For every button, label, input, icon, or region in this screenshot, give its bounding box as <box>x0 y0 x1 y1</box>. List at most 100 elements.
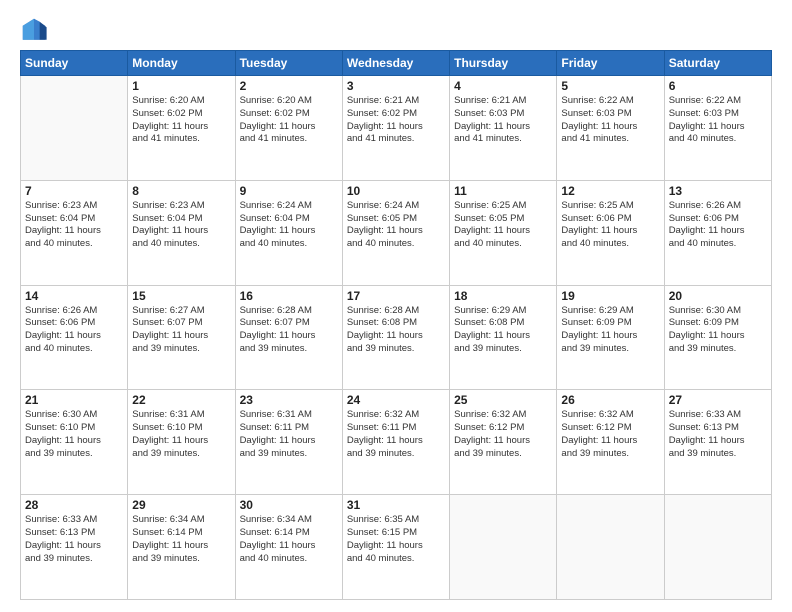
day-number: 19 <box>561 289 659 303</box>
day-number: 18 <box>454 289 552 303</box>
calendar-cell: 17 Sunrise: 6:28 AM Sunset: 6:08 PM Dayli… <box>342 285 449 390</box>
calendar-week-3: 21Sunrise: 6:30 AM Sunset: 6:10 PM Dayli… <box>21 390 772 495</box>
calendar-cell: 24 Sunrise: 6:32 AM Sunset: 6:11 PM Dayli… <box>342 390 449 495</box>
day-number: 7 <box>25 184 123 198</box>
calendar-week-0: 1 Sunrise: 6:20 AM Sunset: 6:02 PM Daylig… <box>21 76 772 181</box>
calendar-cell: 19 Sunrise: 6:29 AM Sunset: 6:09 PM Dayli… <box>557 285 664 390</box>
day-info: Sunrise: 6:20 AM Sunset: 6:02 PM Dayligh… <box>240 95 338 146</box>
calendar-cell: 23 Sunrise: 6:31 AM Sunset: 6:11 PM Dayli… <box>235 390 342 495</box>
day-info: Sunrise: 6:30 AM Sunset: 6:10 PM Dayligh… <box>25 409 123 460</box>
day-info: Sunrise: 6:31 AM Sunset: 6:10 PM Dayligh… <box>132 409 230 460</box>
day-number: 31 <box>347 498 445 512</box>
day-number: 20 <box>669 289 767 303</box>
calendar-cell: 30 Sunrise: 6:34 AM Sunset: 6:14 PM Dayli… <box>235 495 342 600</box>
calendar-cell: 16 Sunrise: 6:28 AM Sunset: 6:07 PM Dayli… <box>235 285 342 390</box>
calendar-header-monday: Monday <box>128 51 235 76</box>
calendar-cell <box>450 495 557 600</box>
day-info: Sunrise: 6:28 AM Sunset: 6:07 PM Dayligh… <box>240 305 338 356</box>
day-info: Sunrise: 6:30 AM Sunset: 6:09 PM Dayligh… <box>669 305 767 356</box>
day-number: 6 <box>669 79 767 93</box>
day-number: 2 <box>240 79 338 93</box>
calendar-cell: 10Sunrise: 6:24 AM Sunset: 6:05 PM Dayli… <box>342 180 449 285</box>
calendar-cell <box>557 495 664 600</box>
day-info: Sunrise: 6:22 AM Sunset: 6:03 PM Dayligh… <box>561 95 659 146</box>
calendar-week-4: 28Sunrise: 6:33 AM Sunset: 6:13 PM Dayli… <box>21 495 772 600</box>
calendar-cell: 15Sunrise: 6:27 AM Sunset: 6:07 PM Dayli… <box>128 285 235 390</box>
header <box>20 16 772 44</box>
day-number: 1 <box>132 79 230 93</box>
day-info: Sunrise: 6:26 AM Sunset: 6:06 PM Dayligh… <box>669 200 767 251</box>
day-number: 8 <box>132 184 230 198</box>
day-info: Sunrise: 6:26 AM Sunset: 6:06 PM Dayligh… <box>25 305 123 356</box>
calendar-cell: 27 Sunrise: 6:33 AM Sunset: 6:13 PM Dayli… <box>664 390 771 495</box>
day-number: 14 <box>25 289 123 303</box>
calendar-cell: 6 Sunrise: 6:22 AM Sunset: 6:03 PM Daylig… <box>664 76 771 181</box>
calendar-header-thursday: Thursday <box>450 51 557 76</box>
day-info: Sunrise: 6:22 AM Sunset: 6:03 PM Dayligh… <box>669 95 767 146</box>
calendar-cell <box>21 76 128 181</box>
day-number: 24 <box>347 393 445 407</box>
calendar-cell: 29 Sunrise: 6:34 AM Sunset: 6:14 PM Dayli… <box>128 495 235 600</box>
page: SundayMondayTuesdayWednesdayThursdayFrid… <box>0 0 792 612</box>
day-number: 30 <box>240 498 338 512</box>
calendar-header-sunday: Sunday <box>21 51 128 76</box>
calendar-cell: 5 Sunrise: 6:22 AM Sunset: 6:03 PM Daylig… <box>557 76 664 181</box>
day-info: Sunrise: 6:34 AM Sunset: 6:14 PM Dayligh… <box>240 514 338 565</box>
day-info: Sunrise: 6:25 AM Sunset: 6:05 PM Dayligh… <box>454 200 552 251</box>
calendar-cell: 8 Sunrise: 6:23 AM Sunset: 6:04 PM Daylig… <box>128 180 235 285</box>
day-info: Sunrise: 6:35 AM Sunset: 6:15 PM Dayligh… <box>347 514 445 565</box>
day-info: Sunrise: 6:28 AM Sunset: 6:08 PM Dayligh… <box>347 305 445 356</box>
day-info: Sunrise: 6:29 AM Sunset: 6:09 PM Dayligh… <box>561 305 659 356</box>
logo <box>20 16 52 44</box>
day-number: 25 <box>454 393 552 407</box>
day-info: Sunrise: 6:32 AM Sunset: 6:12 PM Dayligh… <box>561 409 659 460</box>
calendar-cell: 11 Sunrise: 6:25 AM Sunset: 6:05 PM Dayli… <box>450 180 557 285</box>
day-number: 28 <box>25 498 123 512</box>
day-number: 16 <box>240 289 338 303</box>
calendar-header-wednesday: Wednesday <box>342 51 449 76</box>
day-info: Sunrise: 6:23 AM Sunset: 6:04 PM Dayligh… <box>25 200 123 251</box>
day-info: Sunrise: 6:34 AM Sunset: 6:14 PM Dayligh… <box>132 514 230 565</box>
day-number: 12 <box>561 184 659 198</box>
day-number: 22 <box>132 393 230 407</box>
day-number: 13 <box>669 184 767 198</box>
calendar-week-1: 7 Sunrise: 6:23 AM Sunset: 6:04 PM Daylig… <box>21 180 772 285</box>
day-number: 11 <box>454 184 552 198</box>
day-info: Sunrise: 6:23 AM Sunset: 6:04 PM Dayligh… <box>132 200 230 251</box>
day-info: Sunrise: 6:29 AM Sunset: 6:08 PM Dayligh… <box>454 305 552 356</box>
day-info: Sunrise: 6:32 AM Sunset: 6:11 PM Dayligh… <box>347 409 445 460</box>
calendar-cell: 25 Sunrise: 6:32 AM Sunset: 6:12 PM Dayli… <box>450 390 557 495</box>
calendar-header-tuesday: Tuesday <box>235 51 342 76</box>
calendar-cell: 2 Sunrise: 6:20 AM Sunset: 6:02 PM Daylig… <box>235 76 342 181</box>
calendar-header-row: SundayMondayTuesdayWednesdayThursdayFrid… <box>21 51 772 76</box>
calendar-cell: 18 Sunrise: 6:29 AM Sunset: 6:08 PM Dayli… <box>450 285 557 390</box>
day-number: 26 <box>561 393 659 407</box>
day-number: 27 <box>669 393 767 407</box>
calendar-header-friday: Friday <box>557 51 664 76</box>
calendar-cell: 4Sunrise: 6:21 AM Sunset: 6:03 PM Daylig… <box>450 76 557 181</box>
day-info: Sunrise: 6:33 AM Sunset: 6:13 PM Dayligh… <box>669 409 767 460</box>
day-number: 5 <box>561 79 659 93</box>
day-number: 29 <box>132 498 230 512</box>
day-info: Sunrise: 6:25 AM Sunset: 6:06 PM Dayligh… <box>561 200 659 251</box>
calendar-cell: 21Sunrise: 6:30 AM Sunset: 6:10 PM Dayli… <box>21 390 128 495</box>
calendar-week-2: 14 Sunrise: 6:26 AM Sunset: 6:06 PM Dayli… <box>21 285 772 390</box>
calendar-cell: 20 Sunrise: 6:30 AM Sunset: 6:09 PM Dayli… <box>664 285 771 390</box>
day-number: 17 <box>347 289 445 303</box>
logo-icon <box>20 16 48 44</box>
day-number: 15 <box>132 289 230 303</box>
day-info: Sunrise: 6:21 AM Sunset: 6:02 PM Dayligh… <box>347 95 445 146</box>
calendar-cell: 7 Sunrise: 6:23 AM Sunset: 6:04 PM Daylig… <box>21 180 128 285</box>
calendar-cell: 3Sunrise: 6:21 AM Sunset: 6:02 PM Daylig… <box>342 76 449 181</box>
day-info: Sunrise: 6:24 AM Sunset: 6:04 PM Dayligh… <box>240 200 338 251</box>
day-info: Sunrise: 6:32 AM Sunset: 6:12 PM Dayligh… <box>454 409 552 460</box>
calendar-cell: 26 Sunrise: 6:32 AM Sunset: 6:12 PM Dayli… <box>557 390 664 495</box>
calendar-cell: 13 Sunrise: 6:26 AM Sunset: 6:06 PM Dayli… <box>664 180 771 285</box>
day-info: Sunrise: 6:24 AM Sunset: 6:05 PM Dayligh… <box>347 200 445 251</box>
day-number: 9 <box>240 184 338 198</box>
calendar-cell: 1Sunrise: 6:20 AM Sunset: 6:02 PM Daylig… <box>128 76 235 181</box>
calendar-cell: 28Sunrise: 6:33 AM Sunset: 6:13 PM Dayli… <box>21 495 128 600</box>
calendar-header-saturday: Saturday <box>664 51 771 76</box>
day-number: 23 <box>240 393 338 407</box>
day-info: Sunrise: 6:31 AM Sunset: 6:11 PM Dayligh… <box>240 409 338 460</box>
